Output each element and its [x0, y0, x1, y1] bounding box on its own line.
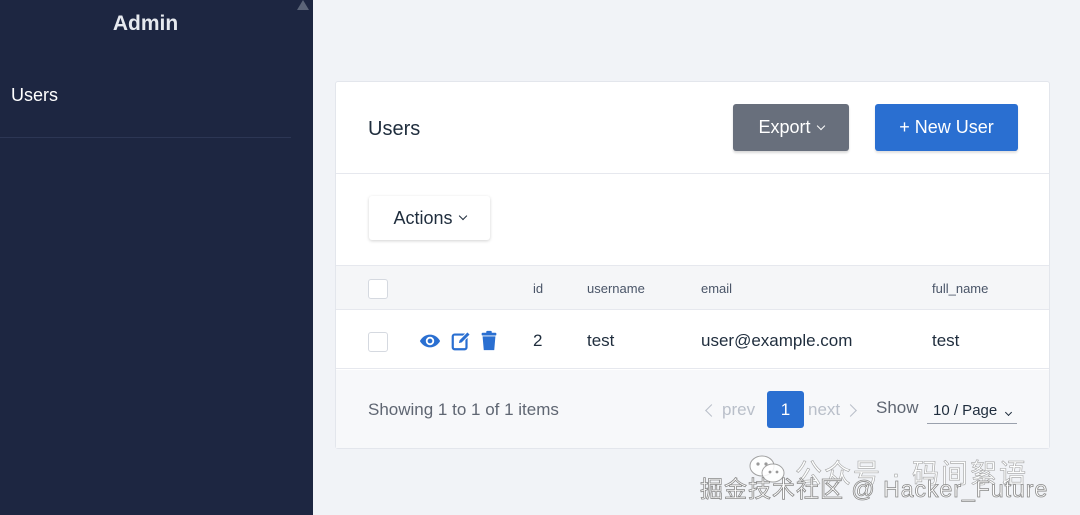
new-user-button-label: + New User [899, 117, 994, 137]
chevron-down-icon [816, 121, 825, 130]
watermark-line-2: 掘金技术社区 @ Hacker_Future [700, 476, 1049, 503]
sidebar: Admin Users [0, 0, 313, 515]
chevron-left-icon [705, 404, 718, 417]
next-label: next [808, 400, 841, 419]
prev-page-button[interactable]: prev [705, 400, 756, 420]
sidebar-title: Admin [112, 12, 179, 35]
cell-username: test [587, 331, 615, 350]
row-checkbox[interactable] [368, 332, 388, 352]
export-button[interactable]: Export [733, 104, 849, 151]
select-all-checkbox[interactable] [368, 279, 388, 299]
page-size-value: 10 / Page [933, 402, 998, 419]
sidebar-item-users[interactable]: Users [0, 76, 291, 138]
actions-button-label: Actions [393, 207, 453, 228]
page-size-select[interactable]: 10 / Page [927, 396, 1017, 424]
pagination-footer: Showing 1 to 1 of 1 items prev 1 next Sh… [336, 370, 1049, 448]
users-card: Users Export + New User Actions id usern… [335, 81, 1050, 449]
column-header-email[interactable]: email [701, 281, 732, 296]
table-row: 2 test user@example.com test [336, 311, 1049, 369]
cell-email: user@example.com [701, 331, 853, 350]
next-page-button[interactable]: next [808, 400, 858, 420]
chevron-right-icon [844, 404, 858, 417]
actions-dropdown-button[interactable]: Actions [369, 196, 490, 240]
new-user-button[interactable]: + New User [875, 104, 1018, 151]
column-header-id[interactable]: id [533, 281, 543, 296]
prev-label: prev [722, 400, 756, 419]
table-header: id username email full_name [336, 265, 1049, 310]
edit-icon[interactable] [450, 330, 472, 352]
show-label: Show [876, 398, 919, 417]
cell-full-name: test [932, 331, 960, 350]
page-title: Users [368, 118, 421, 140]
sidebar-item-label: Users [11, 85, 59, 105]
chevron-down-icon [1005, 408, 1013, 417]
showing-count-text: Showing 1 to 1 of 1 items [368, 400, 559, 419]
watermark: 公众号 · 码间絮语 掘金技术社区 @ Hacker_Future [700, 452, 1080, 512]
card-header: Users Export + New User [336, 82, 1049, 174]
column-header-username[interactable]: username [587, 281, 645, 296]
eye-icon[interactable] [419, 330, 441, 352]
column-header-full-name[interactable]: full_name [932, 281, 988, 296]
cell-id: 2 [533, 331, 543, 350]
page-button-1[interactable]: 1 [767, 391, 804, 428]
trash-icon[interactable] [478, 330, 500, 352]
scroll-up-arrow-icon[interactable] [297, 0, 309, 10]
sidebar-scrollbar[interactable] [293, 12, 313, 515]
chevron-down-icon [458, 211, 467, 221]
export-button-label: Export [758, 117, 811, 137]
